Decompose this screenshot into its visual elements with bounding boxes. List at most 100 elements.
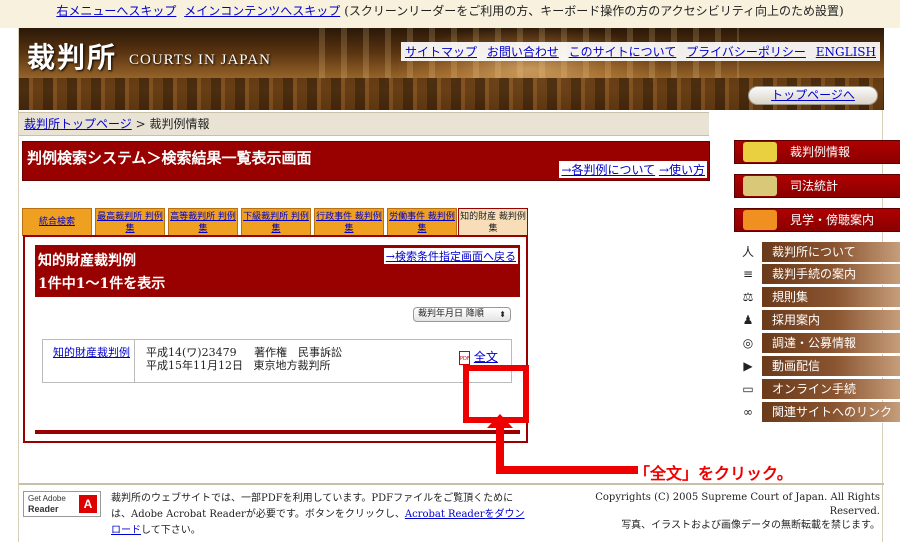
tab-label: 統合検索 [38, 217, 75, 227]
sidebar-item-related-links[interactable]: ∞ 関連サイトへのリンク [734, 402, 900, 423]
tab-label: 最高裁判所 判例集 [97, 212, 163, 234]
privacy-policy-link[interactable]: プライバシーポリシー [686, 45, 806, 59]
sidebar-item-label: オンライン手続 [772, 382, 857, 396]
pencil-icon [743, 142, 777, 162]
page-title-bar: 判例検索システム＞検索結果一覧表示画面 →各判例について →使い方 [22, 141, 710, 181]
sidebar-item-rules[interactable]: ⚖ 規則集 [734, 287, 900, 308]
recruit-icon: ♟ [742, 313, 754, 327]
fulltext-link[interactable]: 全文 [474, 350, 498, 364]
sidebar-item-label: 採用案内 [772, 313, 821, 327]
site-footer: Get Adobe Reader A 裁判所のウェブサイトでは、一部PDFを利用… [19, 483, 884, 542]
table-row: 知的財産裁判例 平成14(ワ)23479 著作権 民事訴訟 平成15年11月12… [42, 339, 512, 383]
sidebar-item-online-procedures[interactable]: ▭ オンライン手続 [734, 379, 900, 400]
results-panel: 知的財産裁判例 1件中1〜1件を表示 →検索条件指定画面へ戻る 裁判年月日 降順… [23, 235, 528, 443]
english-link[interactable]: ENGLISH [816, 45, 876, 59]
case-info-cell: 平成14(ワ)23479 著作権 民事訴訟 平成15年11月12日 東京地方裁判… [146, 346, 342, 372]
results-count: 1件中1〜1件を表示 [38, 276, 166, 292]
sort-select-value: 裁判年月日 降順 [418, 309, 484, 319]
sidebar-item-about-courts[interactable]: 人 裁判所について [734, 242, 900, 263]
site-logo-japanese[interactable]: 裁判所 [27, 36, 117, 76]
tab-label: 行政事件 裁判例集 [316, 212, 382, 234]
play-icon: ▶ [743, 359, 753, 373]
case-type-cell: 知的財産裁判例 [43, 340, 135, 382]
breadcrumb-current: 裁判例情報 [149, 117, 210, 131]
bar-chart-icon [743, 176, 777, 196]
sidebar-item-label: 関連サイトへのリンク [772, 405, 893, 419]
case-category: 著作権 民事訴訟 [254, 346, 343, 359]
title-bar-links: →各判例について →使い方 [559, 161, 707, 178]
building-icon [743, 210, 777, 230]
tab-integrated-search[interactable]: 統合検索 [22, 208, 92, 236]
about-cases-link[interactable]: →各判例について [561, 163, 655, 177]
copyright-notice: 写真、イラストおよび画像データの無断転載を禁じます。 [621, 520, 880, 531]
sidebar-item-procedures[interactable]: ≡ 裁判手続の案内 [734, 264, 900, 285]
get-adobe-reader-badge[interactable]: Get Adobe Reader A [23, 491, 101, 517]
skip-note: (スクリーンリーダーをご利用の方、キーボード操作の方のアクセシビリティ向上のため… [344, 4, 844, 18]
tab-administrative[interactable]: 行政事件 裁判例集 [314, 208, 384, 236]
fulltext-cell: PDF 全文 [459, 348, 498, 365]
sidebar-item-tour-guide[interactable]: 見学・傍聴案内 [734, 208, 900, 232]
contact-link[interactable]: お問い合わせ [487, 45, 559, 59]
case-date: 平成15年11月12日 [146, 359, 243, 372]
results-header: 知的財産裁判例 1件中1〜1件を表示 →検索条件指定画面へ戻る [35, 245, 520, 297]
sidebar-item-label: 司法統計 [790, 179, 839, 193]
back-to-search-link[interactable]: →検索条件指定画面へ戻る [386, 250, 516, 263]
tab-labor[interactable]: 労働事件 裁判例集 [387, 208, 457, 236]
gavel-icon: ⚖ [742, 290, 754, 304]
document-icon: ≡ [742, 267, 754, 281]
sidebar-item-case-info[interactable]: 裁判例情報 [734, 140, 900, 164]
sidebar-item-judicial-statistics[interactable]: 司法統計 [734, 174, 900, 198]
pdf-icon: PDF [459, 350, 470, 365]
skip-main-content-link[interactable]: メインコンテンツへスキップ [184, 4, 340, 18]
skip-navigation-bar: 右メニューへスキップ メインコンテンツへスキップ (スクリーンリーダーをご利用の方… [0, 0, 900, 28]
skip-right-menu-link[interactable]: 右メニューへスキップ [56, 4, 176, 18]
sidebar-item-recruitment[interactable]: ♟ 採用案内 [734, 310, 900, 331]
about-site-link[interactable]: このサイトについて [569, 45, 677, 59]
copyright-line: Copyrights (C) 2005 Supreme Court of Jap… [595, 492, 880, 517]
copyright: Copyrights (C) 2005 Supreme Court of Jap… [580, 491, 880, 533]
sidebar-item-label: 裁判手続の案内 [772, 267, 857, 281]
tab-intellectual-property[interactable]: 知的財産 裁判例集 [458, 208, 528, 238]
sitemap-link[interactable]: サイトマップ [405, 45, 477, 59]
breadcrumb-home-link[interactable]: 裁判所トップページ [24, 117, 132, 131]
case-number: 平成14(ワ)23479 [146, 346, 237, 359]
top-page-button[interactable]: トップページへ [748, 86, 878, 105]
how-to-use-link[interactable]: →使い方 [659, 163, 705, 177]
tab-high-court[interactable]: 高等裁判所 判例集 [168, 208, 238, 236]
back-to-search-link-wrap: →検索条件指定画面へ戻る [383, 248, 518, 264]
case-line-1: 平成14(ワ)23479 著作権 民事訴訟 [146, 346, 342, 359]
sidebar-item-label: 動画配信 [772, 359, 821, 373]
case-type-link[interactable]: 知的財産裁判例 [53, 346, 130, 359]
main-content: 判例検索システム＞検索結果一覧表示画面 →各判例について →使い方 統合検索 最… [19, 136, 711, 480]
monitor-icon: ▭ [742, 382, 754, 396]
page-title: 判例検索システム＞検索結果一覧表示画面 [27, 149, 312, 167]
site-header: 裁判所 COURTS IN JAPAN サイトマップ お問い合わせ このサイトに… [19, 28, 884, 110]
pdf-notice-text-end: して下さい。 [141, 525, 201, 536]
sidebar-item-label: 規則集 [772, 290, 809, 304]
callout-instruction: 「全文」をクリック。 [634, 464, 793, 483]
case-line-2: 平成15年11月12日 東京地方裁判所 [146, 359, 342, 372]
sidebar-item-video[interactable]: ▶ 動画配信 [734, 356, 900, 377]
case-court: 東京地方裁判所 [253, 359, 331, 372]
sidebar-item-label: 見学・傍聴案内 [790, 213, 875, 227]
adobe-badge-line1: Get Adobe [28, 494, 66, 503]
results-bottom-rule [35, 430, 520, 434]
results-heading: 知的財産裁判例 [38, 253, 136, 269]
sidebar-item-label: 裁判所について [772, 245, 856, 259]
tab-label: 高等裁判所 判例集 [170, 212, 236, 234]
tab-label: 知的財産 裁判例集 [460, 212, 526, 234]
breadcrumb: 裁判所トップページ > 裁判例情報 [19, 112, 709, 136]
tab-supreme-court[interactable]: 最高裁判所 判例集 [95, 208, 165, 236]
pdf-notice: 裁判所のウェブサイトでは、一部PDFを利用しています。PDFファイルをご覧頂くた… [111, 491, 531, 539]
top-page-button-label: トップページへ [771, 88, 855, 102]
callout-line-horizontal [496, 466, 638, 474]
header-links: サイトマップ お問い合わせ このサイトについて プライバシーポリシー ENGLI… [400, 42, 880, 61]
sidebar-item-procurement[interactable]: ◎ 調達・公募情報 [734, 333, 900, 354]
sidebar-item-label: 裁判例情報 [790, 145, 851, 159]
tab-label: 下級裁判所 判例集 [243, 212, 309, 234]
callout-line-vertical [496, 418, 504, 473]
tab-lower-court[interactable]: 下級裁判所 判例集 [241, 208, 311, 236]
page-frame: 裁判所 COURTS IN JAPAN サイトマップ お問い合わせ このサイトに… [18, 28, 900, 542]
select-arrows-icon: ⬍ [499, 310, 506, 319]
sort-select[interactable]: 裁判年月日 降順 ⬍ [413, 307, 511, 322]
